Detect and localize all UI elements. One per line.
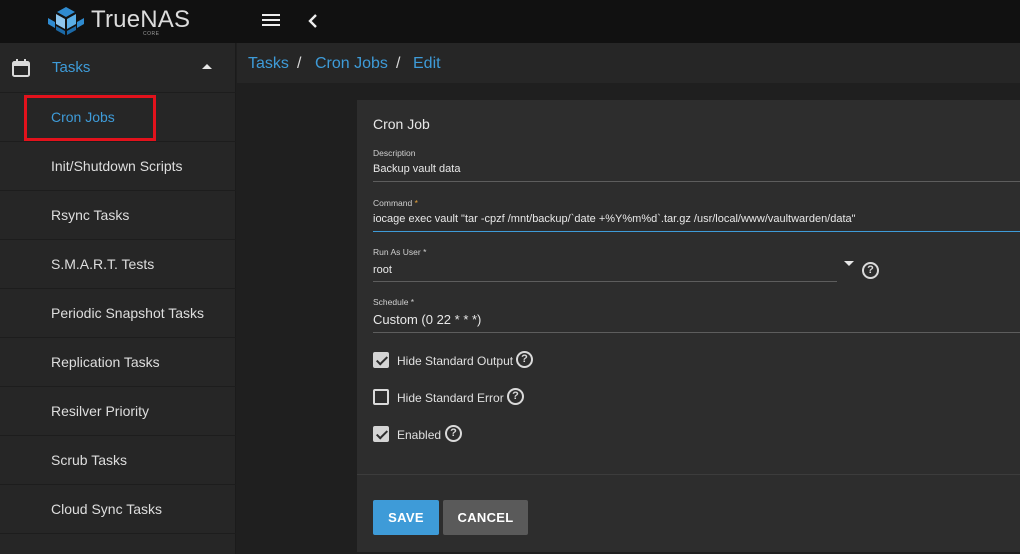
cron-job-form: Cron Job Description Backup vault data C… xyxy=(357,100,1020,552)
sidebar-item-resilver-priority[interactable]: Resilver Priority xyxy=(0,387,236,436)
sidebar-item-label: Cloud Sync Tasks xyxy=(51,501,163,517)
sidebar-item-periodic-snapshot-tasks[interactable]: Periodic Snapshot Tasks xyxy=(0,289,236,338)
cancel-button[interactable]: CANCEL xyxy=(443,500,528,535)
breadcrumb: Tasks / Cron Jobs / Edit xyxy=(237,43,1020,83)
truenas-logo[interactable]: TrueNAS CORE xyxy=(47,4,197,38)
form-divider xyxy=(357,474,1020,475)
save-button[interactable]: SAVE xyxy=(373,500,439,535)
required-mark: * xyxy=(414,198,418,208)
hide-stderr-checkbox[interactable] xyxy=(373,389,389,405)
logo-subtitle: CORE xyxy=(143,31,160,37)
help-circle-icon[interactable]: ? xyxy=(516,351,533,368)
breadcrumb-separator: / xyxy=(297,55,302,72)
sidebar-section-label: Tasks xyxy=(52,59,91,76)
hide-stderr-label: Hide Standard Error xyxy=(397,391,504,405)
schedule-field[interactable]: Custom (0 22 * * *) xyxy=(373,312,481,327)
breadcrumb-tasks[interactable]: Tasks xyxy=(248,55,289,73)
sidebar-item-replication-tasks[interactable]: Replication Tasks xyxy=(0,338,236,387)
schedule-underline xyxy=(373,332,1020,333)
sidebar-item-cloud-sync-tasks[interactable]: Cloud Sync Tasks xyxy=(0,485,236,534)
run-as-user-label: Run As User * xyxy=(373,247,427,257)
enabled-checkbox[interactable] xyxy=(373,426,389,442)
sidebar-item-smart-tests[interactable]: S.M.A.R.T. Tests xyxy=(0,240,236,289)
sidebar-item-label: Replication Tasks xyxy=(51,354,160,370)
chevron-left-icon[interactable] xyxy=(305,10,321,30)
help-circle-icon[interactable]: ? xyxy=(862,262,879,279)
help-circle-icon[interactable]: ? xyxy=(445,425,462,442)
description-field[interactable]: Backup vault data xyxy=(373,163,460,175)
run-as-user-underline xyxy=(373,281,837,282)
schedule-label: Schedule * xyxy=(373,297,415,307)
sidebar-item-scrub-tasks[interactable]: Scrub Tasks xyxy=(0,436,236,485)
logo-text: TrueNAS xyxy=(91,6,191,33)
description-label: Description xyxy=(373,148,416,158)
chevron-up-icon xyxy=(202,64,212,69)
top-bar: TrueNAS CORE xyxy=(0,0,1020,43)
hide-stdout-label: Hide Standard Output xyxy=(397,354,514,368)
breadcrumb-cron-jobs[interactable]: Cron Jobs xyxy=(315,55,388,73)
sidebar-item-label: S.M.A.R.T. Tests xyxy=(51,256,155,272)
sidebar-item-label: Periodic Snapshot Tasks xyxy=(51,305,205,321)
highlight-annotation xyxy=(24,95,156,141)
command-underline xyxy=(373,231,1020,232)
command-label-text: Command xyxy=(373,198,413,208)
help-circle-icon[interactable]: ? xyxy=(507,388,524,405)
enabled-label: Enabled xyxy=(397,428,442,442)
hide-stdout-checkbox[interactable] xyxy=(373,352,389,368)
command-label: Command * xyxy=(373,198,418,208)
truenas-logo-icon xyxy=(48,7,84,35)
description-underline xyxy=(373,181,1020,182)
sidebar-section-tasks[interactable]: Tasks xyxy=(0,43,236,93)
dropdown-caret-icon[interactable] xyxy=(844,261,854,266)
sidebar-item-label: Scrub Tasks xyxy=(51,452,127,468)
form-title: Cron Job xyxy=(373,116,430,132)
command-field[interactable]: iocage exec vault "tar -cpzf /mnt/backup… xyxy=(373,213,856,225)
calendar-icon xyxy=(12,59,30,77)
sidebar-item-label: Init/Shutdown Scripts xyxy=(51,158,183,174)
sidebar-item-init-shutdown-scripts[interactable]: Init/Shutdown Scripts xyxy=(0,142,236,191)
sidebar-item-label: Resilver Priority xyxy=(51,403,150,419)
breadcrumb-separator: / xyxy=(396,55,401,72)
run-as-user-select[interactable]: root xyxy=(373,264,392,276)
breadcrumb-edit: Edit xyxy=(413,55,441,72)
hamburger-menu-icon[interactable] xyxy=(262,12,284,30)
sidebar-item-rsync-tasks[interactable]: Rsync Tasks xyxy=(0,191,236,240)
sidebar: Tasks Cron Jobs Init/Shutdown Scripts Rs… xyxy=(0,43,236,554)
sidebar-item-label: Rsync Tasks xyxy=(51,207,130,223)
